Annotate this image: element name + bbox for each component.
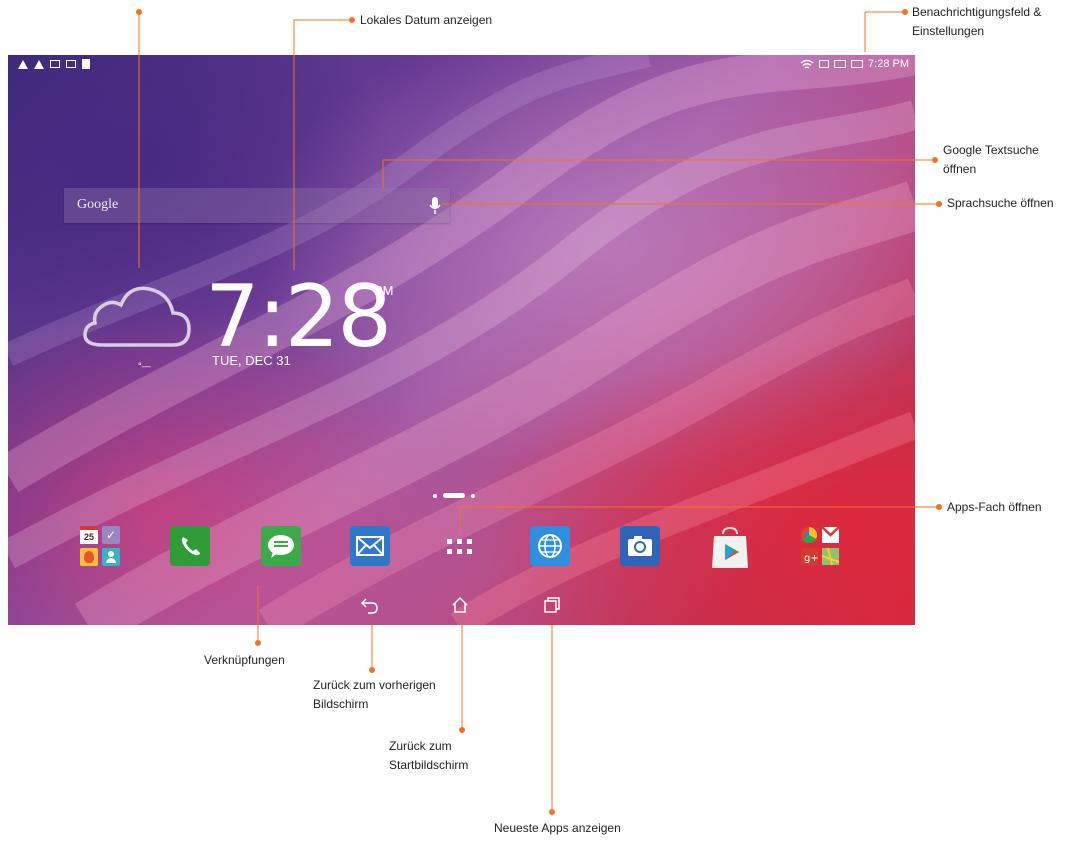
label-recent-apps: Neueste Apps anzeigen	[494, 821, 621, 835]
label-voice-search: Sprachsuche öffnen	[947, 196, 1054, 210]
label-notifications-line1: Benachrichtigungsfeld &	[912, 5, 1042, 19]
label-shortcuts: Verknüpfungen	[204, 653, 285, 667]
label-back-line1: Zurück zum vorherigen	[313, 678, 436, 692]
label-notifications-line2: Einstellungen	[912, 24, 985, 39]
label-home-line1: Zurück zum	[389, 739, 452, 753]
label-local-date: Lokales Datum anzeigen	[360, 13, 493, 27]
label-home: Zurück zum Startbildschirm	[389, 737, 468, 775]
label-google-search-line1: Google Textsuche	[943, 143, 1039, 157]
label-back: Zurück zum vorherigen Bildschirm	[313, 676, 436, 714]
label-google-search-line2: öffnen	[943, 162, 977, 177]
label-home-line2: Startbildschirm	[389, 758, 469, 773]
label-back-line2: Bildschirm	[313, 697, 369, 712]
label-notifications: Benachrichtigungsfeld & Einstellungen	[912, 3, 1041, 41]
label-google-search: Google Textsuche öffnen	[943, 141, 1039, 179]
label-apps-tray: Apps-Fach öffnen	[947, 500, 1042, 514]
callout-lines	[136, 9, 942, 815]
